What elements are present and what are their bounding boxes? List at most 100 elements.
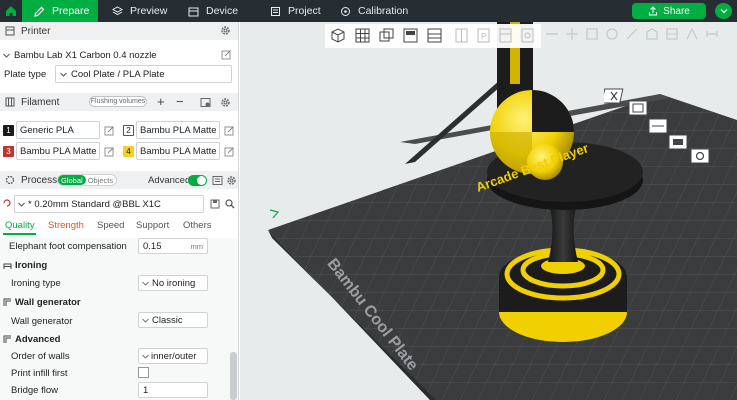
layout-icon[interactable] bbox=[425, 26, 444, 45]
arrange-icon[interactable] bbox=[496, 26, 515, 45]
tab-speed[interactable]: Speed bbox=[97, 220, 124, 231]
process-title: Process bbox=[21, 174, 58, 186]
orient-object-icon[interactable] bbox=[518, 26, 537, 45]
text-tool-icon[interactable] bbox=[684, 26, 700, 42]
compare-icon[interactable] bbox=[212, 175, 223, 186]
advanced-toggle[interactable] bbox=[188, 175, 207, 186]
filament-1-name: Generic PLA bbox=[20, 124, 74, 136]
tab-label: Calibration bbox=[358, 5, 409, 17]
elephant-foot-unit: mm bbox=[190, 241, 204, 251]
add-cube-icon[interactable] bbox=[329, 26, 348, 45]
edit-icon[interactable] bbox=[221, 49, 232, 60]
view-front-icon[interactable] bbox=[648, 118, 668, 134]
toggle-knob bbox=[197, 176, 206, 185]
scale-tool-icon[interactable] bbox=[584, 26, 600, 42]
tab-quality[interactable]: Quality bbox=[5, 220, 35, 231]
filament-3-name: Bambu PLA Matte bbox=[20, 145, 97, 157]
sync-icon[interactable] bbox=[200, 97, 211, 108]
ironing-type-select[interactable]: No ironing bbox=[138, 275, 208, 291]
edit-icon[interactable] bbox=[104, 125, 115, 136]
process-profile-select[interactable]: * 0.20mm Standard @BBL X1C bbox=[14, 195, 204, 213]
seam-paint-icon[interactable] bbox=[664, 26, 680, 42]
printer-select[interactable]: Bambu Lab X1 Carbon 0.4 nozzle bbox=[3, 46, 216, 64]
wall-generator-label: Wall generator bbox=[11, 316, 73, 327]
split-icon[interactable] bbox=[452, 26, 471, 45]
global-option[interactable]: Global bbox=[58, 175, 86, 185]
home-icon bbox=[6, 6, 16, 16]
edit-icon[interactable] bbox=[224, 125, 235, 136]
tab-prepare[interactable]: Prepare bbox=[22, 0, 98, 22]
measure-tool-icon[interactable] bbox=[704, 26, 720, 42]
rotate-tool-icon[interactable] bbox=[604, 26, 620, 42]
bridge-flow-input[interactable]: 1 bbox=[138, 382, 208, 398]
chevron-down-icon bbox=[142, 318, 149, 323]
advanced-label: Advanced bbox=[148, 175, 191, 186]
filament-4-swatch[interactable]: 4 bbox=[123, 146, 134, 157]
wall-generator-select[interactable]: Classic bbox=[138, 312, 208, 328]
tab-project[interactable]: Project bbox=[270, 0, 321, 22]
elephant-foot-value: 0.15 bbox=[143, 240, 162, 252]
remove-filament-icon[interactable]: − bbox=[176, 94, 184, 109]
home-button[interactable] bbox=[0, 0, 22, 22]
printer-name: Bambu Lab X1 Carbon 0.4 nozzle bbox=[14, 49, 157, 61]
tab-others[interactable]: Others bbox=[183, 220, 212, 231]
3d-viewport[interactable]: Bambu Cool Plate Arcade Best Player P bbox=[240, 22, 737, 400]
edit-icon[interactable] bbox=[104, 146, 115, 157]
advanced-group-header: Advanced bbox=[3, 334, 60, 345]
objects-option[interactable]: Objects bbox=[86, 175, 115, 185]
advanced-group-title: Advanced bbox=[15, 334, 61, 345]
chevron-down-icon bbox=[18, 202, 25, 207]
tab-preview[interactable]: Preview bbox=[112, 0, 167, 22]
settings-scrollbar[interactable] bbox=[230, 352, 237, 400]
add-filament-icon[interactable]: + bbox=[157, 94, 165, 109]
wall-generator-group-header: Wall generator bbox=[3, 297, 81, 308]
filament-3-swatch[interactable]: 3 bbox=[3, 146, 14, 157]
parking-icon[interactable]: P bbox=[474, 26, 493, 45]
printer-section-header: Printer bbox=[0, 22, 238, 40]
printer-icon bbox=[188, 7, 199, 16]
order-of-walls-label: Order of walls bbox=[11, 351, 70, 362]
chevron-down-icon bbox=[142, 281, 149, 286]
tab-calibration[interactable]: Calibration bbox=[340, 0, 408, 22]
settings-view-icon[interactable] bbox=[690, 148, 710, 164]
filament-1-select[interactable]: Generic PLA bbox=[16, 121, 100, 139]
process-icon bbox=[5, 175, 15, 185]
arrange-grid-icon[interactable] bbox=[353, 26, 372, 45]
share-menu-button[interactable] bbox=[715, 3, 732, 19]
printer-icon bbox=[5, 26, 15, 36]
filament-2-select[interactable]: Bambu PLA Matte bbox=[136, 121, 220, 139]
edit-icon[interactable] bbox=[224, 146, 235, 157]
plate-icon[interactable] bbox=[401, 26, 420, 45]
top-bar: Prepare Preview Device Project Calibrati… bbox=[0, 0, 737, 22]
move-tool-icon[interactable] bbox=[564, 26, 580, 42]
close-view-icon[interactable] bbox=[604, 88, 624, 104]
tab-strength[interactable]: Strength bbox=[48, 220, 84, 231]
search-icon[interactable] bbox=[225, 199, 235, 209]
support-paint-icon[interactable] bbox=[644, 26, 660, 42]
view-top-icon[interactable] bbox=[628, 100, 648, 116]
ironing-type-label: Ironing type bbox=[11, 278, 61, 289]
filament-1-swatch[interactable]: 1 bbox=[3, 125, 14, 136]
view-side-icon[interactable] bbox=[668, 134, 688, 150]
plate-type-select[interactable]: Cool Plate / PLA Plate bbox=[55, 65, 232, 83]
gear-icon[interactable] bbox=[226, 175, 237, 186]
elephant-foot-input[interactable]: 0.15 mm bbox=[138, 238, 208, 254]
gear-icon[interactable] bbox=[220, 97, 231, 108]
filament-4-select[interactable]: Bambu PLA Matte bbox=[136, 142, 220, 160]
cut-tool-icon[interactable] bbox=[624, 26, 640, 42]
gear-icon[interactable] bbox=[220, 25, 231, 39]
print-infill-first-checkbox[interactable] bbox=[138, 367, 149, 378]
share-label: Share bbox=[663, 5, 690, 17]
filament-3-select[interactable]: Bambu PLA Matte bbox=[16, 142, 100, 160]
chevron-down-icon bbox=[142, 354, 149, 359]
slice-tool-icon[interactable] bbox=[544, 26, 560, 42]
order-of-walls-select[interactable]: inner/outer bbox=[138, 348, 208, 364]
share-button[interactable]: Share bbox=[632, 3, 706, 19]
pencil-icon bbox=[34, 6, 45, 17]
tab-device[interactable]: Device bbox=[188, 0, 238, 22]
orient-icon[interactable] bbox=[377, 26, 396, 45]
flushing-volumes-button[interactable]: Flushing volumes bbox=[89, 96, 147, 107]
save-icon[interactable] bbox=[210, 199, 220, 209]
tab-support[interactable]: Support bbox=[136, 220, 169, 231]
filament-2-swatch[interactable]: 2 bbox=[123, 125, 134, 136]
